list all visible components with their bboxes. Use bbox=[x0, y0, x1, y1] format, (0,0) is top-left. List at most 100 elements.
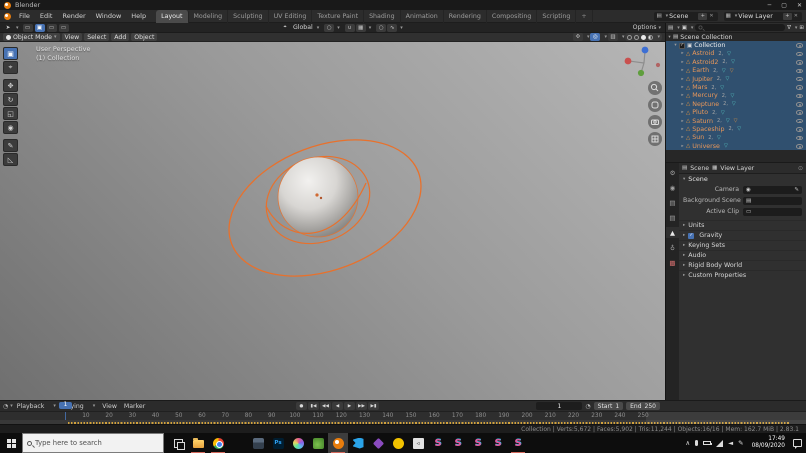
taskbar-clock[interactable]: 17:49 08/09/2020 bbox=[752, 436, 785, 450]
eyedropper-icon[interactable]: ✎ bbox=[794, 187, 799, 193]
options-button[interactable]: Options ▾ bbox=[633, 24, 661, 31]
play-button[interactable]: ▶ bbox=[344, 402, 355, 410]
panel-keying-sets[interactable]: ▸Keying Sets bbox=[679, 240, 806, 250]
new-view-layer-button[interactable]: + bbox=[783, 13, 792, 20]
taskbar-paint-app[interactable] bbox=[288, 433, 308, 453]
outliner-row-sun[interactable]: ▸△Sun2,▽ bbox=[666, 134, 806, 142]
action-center-icon[interactable] bbox=[793, 439, 802, 447]
axis-z-handle[interactable] bbox=[642, 47, 649, 54]
expand-icon[interactable]: ▸ bbox=[679, 110, 686, 115]
outliner-display-mode-button[interactable]: ▤ bbox=[668, 25, 673, 31]
maximize-button[interactable]: ▢ bbox=[781, 2, 787, 9]
outliner-row-astroid2[interactable]: ▸△Astroid22,▽ bbox=[666, 58, 806, 66]
end-frame-field[interactable]: End 250 bbox=[626, 402, 660, 410]
scene-selector[interactable]: ▤ ▾ Scene + ✕ bbox=[654, 12, 717, 21]
properties-tab-render[interactable]: ◉ bbox=[666, 182, 679, 193]
visibility-eye-icon[interactable] bbox=[796, 110, 803, 115]
transform-orientation[interactable]: Global bbox=[293, 24, 313, 31]
unlink-scene-button[interactable]: ✕ bbox=[709, 13, 713, 19]
expand-icon[interactable]: ▸ bbox=[679, 60, 686, 65]
navigation-gizmo[interactable] bbox=[625, 47, 661, 77]
outliner-filter-id-button[interactable]: ▣ bbox=[682, 25, 687, 31]
scene-name[interactable]: Scene bbox=[668, 13, 696, 20]
mode-selector[interactable]: Object Mode ▾ bbox=[3, 33, 60, 41]
select-circle-icon[interactable]: ▭ bbox=[47, 24, 57, 32]
property-field-camera[interactable]: ◉✎ bbox=[743, 186, 802, 194]
outliner-row-earth[interactable]: ▸△Earth2,▽▽ bbox=[666, 67, 806, 75]
outliner-row-universe[interactable]: ▸△Universe▽ bbox=[666, 142, 806, 150]
viewport-menu-select[interactable]: Select bbox=[84, 33, 109, 41]
outliner-row-pluto[interactable]: ▸△Pluto2,▽ bbox=[666, 109, 806, 117]
outliner-row-neptune[interactable]: ▸△Neptune2,▽ bbox=[666, 100, 806, 108]
menu-window[interactable]: Window bbox=[92, 12, 126, 20]
snap-magnet-toggle[interactable]: ∪ bbox=[345, 24, 355, 32]
outliner-row-mercury[interactable]: ▸△Mercury2,▽ bbox=[666, 92, 806, 100]
start-frame-field[interactable]: Start 1 bbox=[594, 402, 624, 410]
panel-rigid-body-world[interactable]: ▸Rigid Body World bbox=[679, 260, 806, 270]
properties-tab-output[interactable]: ▤ bbox=[666, 197, 679, 208]
solid-shading-button[interactable] bbox=[634, 35, 639, 40]
breadcrumb-scene[interactable]: Scene bbox=[690, 165, 709, 172]
outliner-row-mars[interactable]: ▸△Mars2,▽ bbox=[666, 83, 806, 91]
breadcrumb-view-layer[interactable]: View Layer bbox=[720, 165, 754, 172]
workspace-tab-shading[interactable]: Shading bbox=[364, 10, 401, 23]
gravity-checkbox[interactable]: ✓ bbox=[688, 233, 694, 239]
pan-button[interactable] bbox=[648, 98, 662, 112]
proportional-editing-toggle[interactable]: ○ bbox=[376, 24, 386, 32]
taskbar-pen-app[interactable] bbox=[228, 433, 248, 453]
taskbar-s-app-1[interactable]: S bbox=[428, 433, 448, 453]
pin-icon[interactable]: ⊙ bbox=[798, 165, 803, 172]
zoom-button[interactable] bbox=[648, 81, 662, 95]
rendered-shading-button[interactable] bbox=[648, 35, 653, 40]
taskbar-photoshop[interactable]: Ps bbox=[268, 433, 288, 453]
visibility-eye-icon[interactable] bbox=[796, 136, 803, 141]
material-shading-button[interactable] bbox=[641, 35, 646, 40]
outliner-row-jupiter[interactable]: ▸△Jupiter2,▽ bbox=[666, 75, 806, 83]
panel-gravity[interactable]: ▸✓Gravity bbox=[679, 230, 806, 240]
show-gizmos-button[interactable]: ✣ bbox=[573, 33, 583, 41]
taskbar-s-app-5[interactable]: S bbox=[508, 433, 528, 453]
menu-edit[interactable]: Edit bbox=[36, 12, 57, 20]
timeline-menu-playback[interactable]: Playback bbox=[17, 403, 45, 410]
panel-audio[interactable]: ▸Audio bbox=[679, 250, 806, 260]
taskbar-mini-app[interactable]: ◃ bbox=[408, 433, 428, 453]
expand-icon[interactable]: ▸ bbox=[679, 127, 686, 132]
next-keyframe-button[interactable]: ▶▶ bbox=[356, 402, 367, 410]
battery-icon[interactable] bbox=[703, 441, 711, 445]
outliner-filter-button[interactable]: ∇ bbox=[787, 25, 791, 31]
property-field-background-scene[interactable]: ▤ bbox=[743, 197, 802, 205]
expand-icon[interactable]: ▸ bbox=[679, 102, 686, 107]
viewport-menu-add[interactable]: Add bbox=[111, 33, 129, 41]
falloff-button[interactable]: ∿ bbox=[387, 24, 397, 32]
taskbar-slate-app[interactable] bbox=[248, 433, 268, 453]
visibility-eye-icon[interactable] bbox=[796, 52, 803, 57]
new-scene-button[interactable]: + bbox=[698, 13, 707, 20]
menu-file[interactable]: File bbox=[15, 12, 34, 20]
workspace-tab-scripting[interactable]: Scripting bbox=[537, 10, 576, 23]
taskbar-file-explorer[interactable] bbox=[188, 433, 208, 453]
expand-icon[interactable]: ▸ bbox=[679, 85, 686, 90]
view-layer-selector[interactable]: ▦ ▾ View Layer + ✕ bbox=[724, 12, 802, 21]
outliner-row-spaceship[interactable]: ▸△Spaceship2,▽ bbox=[666, 125, 806, 133]
taskbar-search-input[interactable]: Type here to search bbox=[22, 433, 164, 453]
outliner-row-astroid[interactable]: ▸△Astroid2,▽ bbox=[666, 50, 806, 58]
axis-x-neg-handle[interactable] bbox=[656, 63, 660, 67]
view-layer-name[interactable]: View Layer bbox=[737, 13, 781, 20]
start-button[interactable] bbox=[0, 433, 22, 453]
editor-type-button[interactable]: ◔ bbox=[3, 403, 8, 410]
workspace-tab-layout[interactable]: Layout bbox=[156, 10, 188, 23]
show-overlays-button[interactable]: ◎ bbox=[590, 33, 600, 41]
wireframe-shading-button[interactable] bbox=[627, 35, 632, 40]
current-frame-field[interactable]: 1 bbox=[536, 402, 582, 410]
property-field-active-clip[interactable]: ▭ bbox=[743, 208, 802, 216]
timeline-menu-view[interactable]: View bbox=[102, 403, 117, 410]
taskbar-s-app-4[interactable]: S bbox=[488, 433, 508, 453]
workspace-tab-animation[interactable]: Animation bbox=[401, 10, 444, 23]
visibility-eye-icon[interactable] bbox=[796, 144, 803, 149]
xray-toggle[interactable]: ▥ bbox=[608, 33, 618, 41]
current-frame-indicator[interactable]: 1 bbox=[59, 402, 72, 409]
visibility-eye-icon[interactable] bbox=[796, 60, 803, 65]
visibility-eye-icon[interactable] bbox=[796, 119, 803, 124]
camera-view-button[interactable] bbox=[648, 115, 662, 129]
expand-icon[interactable]: ▸ bbox=[679, 51, 686, 56]
